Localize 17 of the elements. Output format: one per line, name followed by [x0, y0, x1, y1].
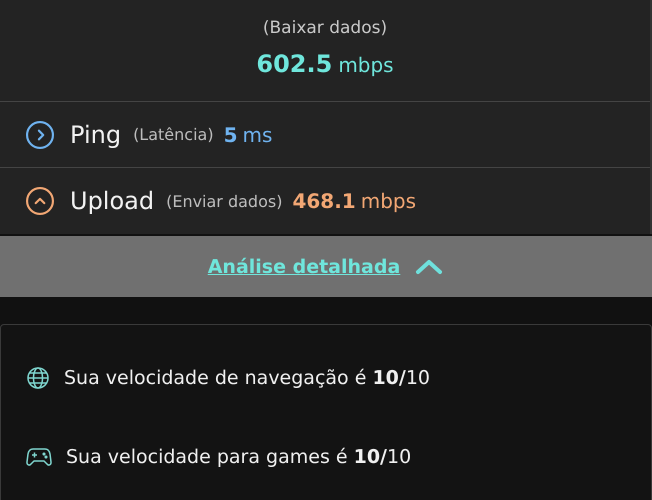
metric-label: (Latência): [133, 125, 214, 144]
metric-unit: ms: [242, 122, 272, 146]
download-value: 602.5: [256, 50, 332, 78]
detailed-analysis-link[interactable]: Análise detalhada: [208, 256, 400, 278]
metric-name: Upload: [70, 187, 154, 215]
download-unit: mbps: [338, 53, 394, 77]
metric-value: 5: [224, 122, 238, 146]
metric-value: 468.1: [292, 189, 356, 213]
gamepad-icon: [26, 446, 52, 468]
download-label: (Baixar dados): [262, 18, 388, 38]
globe-icon: [26, 366, 50, 390]
chevron-up-icon[interactable]: [414, 258, 444, 276]
metric-name: Ping: [70, 120, 122, 148]
rating-text: Sua velocidade para games é 10/10: [66, 446, 412, 468]
metric-unit: mbps: [360, 189, 416, 213]
rating-text: Sua velocidade de navegação é 10/10: [64, 367, 430, 389]
metric-label: (Enviar dados): [166, 192, 282, 210]
